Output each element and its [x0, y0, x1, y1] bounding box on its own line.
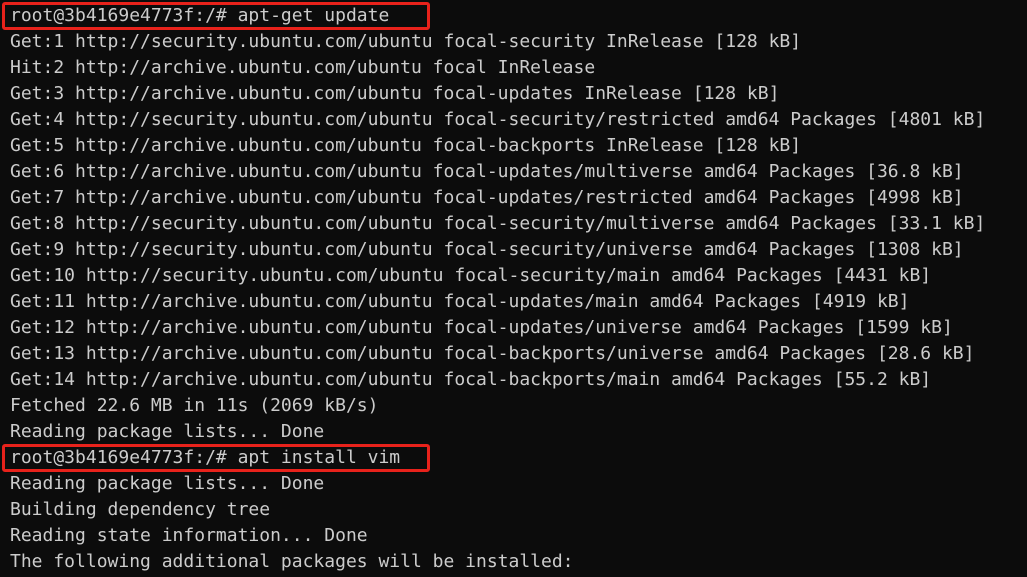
command-line-apt-get-update: root@3b4169e4773f:/# apt-get update	[2, 2, 1027, 30]
output-line: Get:3 http://archive.ubuntu.com/ubuntu f…	[10, 83, 780, 104]
output-line: Reading package lists... Done	[10, 421, 325, 442]
output-line: Get:14 http://archive.ubuntu.com/ubuntu …	[10, 369, 932, 390]
output-line: Get:1 http://security.ubuntu.com/ubuntu …	[10, 31, 802, 52]
output-line: Get:9 http://security.ubuntu.com/ubuntu …	[10, 239, 964, 260]
output-line: Get:4 http://security.ubuntu.com/ubuntu …	[10, 109, 986, 130]
output-line: Get:7 http://archive.ubuntu.com/ubuntu f…	[10, 187, 964, 208]
output-line: Building dependency tree	[10, 499, 271, 520]
output-line: Get:6 http://archive.ubuntu.com/ubuntu f…	[10, 161, 964, 182]
terminal-window[interactable]: root@3b4169e4773f:/# apt-get update Get:…	[0, 0, 1027, 577]
output-line: Get:13 http://archive.ubuntu.com/ubuntu …	[10, 343, 975, 364]
fetched-summary-line: Fetched 22.6 MB in 11s (2069 kB/s)	[10, 395, 379, 416]
output-line: Reading state information... Done	[10, 525, 368, 546]
output-line: Get:12 http://archive.ubuntu.com/ubuntu …	[10, 317, 953, 338]
output-line: Hit:2 http://archive.ubuntu.com/ubuntu f…	[10, 57, 596, 78]
output-line: Reading package lists... Done	[10, 473, 325, 494]
command-line-apt-install-vim: root@3b4169e4773f:/# apt install vim	[2, 444, 1027, 472]
output-line: The following additional packages will b…	[10, 551, 574, 572]
output-line: Get:10 http://security.ubuntu.com/ubuntu…	[10, 265, 932, 286]
output-line: Get:8 http://security.ubuntu.com/ubuntu …	[10, 213, 986, 234]
output-line: Get:11 http://archive.ubuntu.com/ubuntu …	[10, 291, 910, 312]
output-line: Get:5 http://archive.ubuntu.com/ubuntu f…	[10, 135, 802, 156]
